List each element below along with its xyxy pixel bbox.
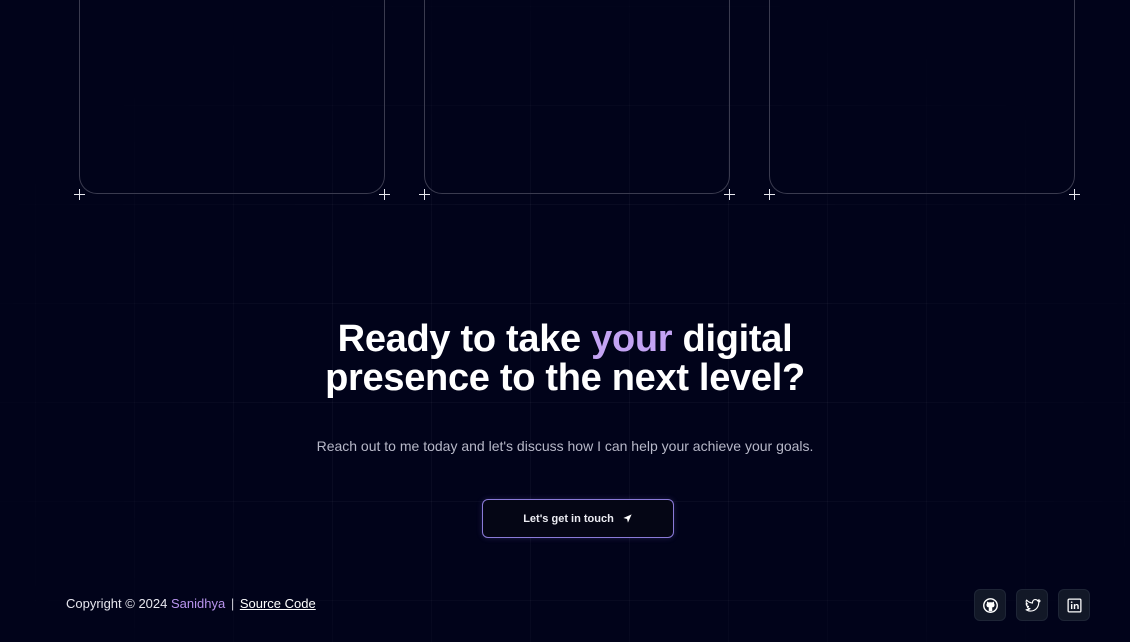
copyright-text: Copyright © 2024 [66, 596, 171, 611]
plus-icon [419, 189, 430, 200]
plus-icon [74, 189, 85, 200]
footer-copyright: Copyright © 2024 Sanidhya | Source Code [66, 596, 316, 611]
footer-separator: | [230, 596, 235, 611]
plus-icon [724, 189, 735, 200]
project-card[interactable] [74, 0, 390, 200]
heading-text-before: Ready to take [337, 318, 592, 360]
project-cards [74, 0, 1080, 200]
heading-accent: your [591, 318, 673, 360]
linkedin-icon [1066, 597, 1082, 613]
twitter-button[interactable] [1016, 589, 1048, 621]
github-icon [982, 597, 998, 613]
plus-icon [1069, 189, 1080, 200]
cta-heading: Ready to take your digital presence to t… [285, 320, 845, 398]
twitter-icon [1025, 598, 1041, 612]
plus-icon [764, 189, 775, 200]
project-card[interactable] [419, 0, 735, 200]
get-in-touch-button[interactable]: Let's get in touch [482, 499, 674, 538]
author-name: Sanidhya [170, 596, 226, 611]
cta-subtitle: Reach out to me today and let's discuss … [316, 438, 814, 454]
project-card[interactable] [764, 0, 1080, 200]
plus-icon [379, 189, 390, 200]
get-in-touch-label: Let's get in touch [523, 512, 614, 525]
send-arrow-icon [623, 514, 632, 523]
linkedin-button[interactable] [1058, 589, 1090, 621]
social-links [974, 589, 1090, 621]
cta-section: Ready to take your digital presence to t… [0, 320, 1130, 455]
source-code-link[interactable]: Source Code [240, 596, 316, 611]
github-button[interactable] [974, 589, 1006, 621]
